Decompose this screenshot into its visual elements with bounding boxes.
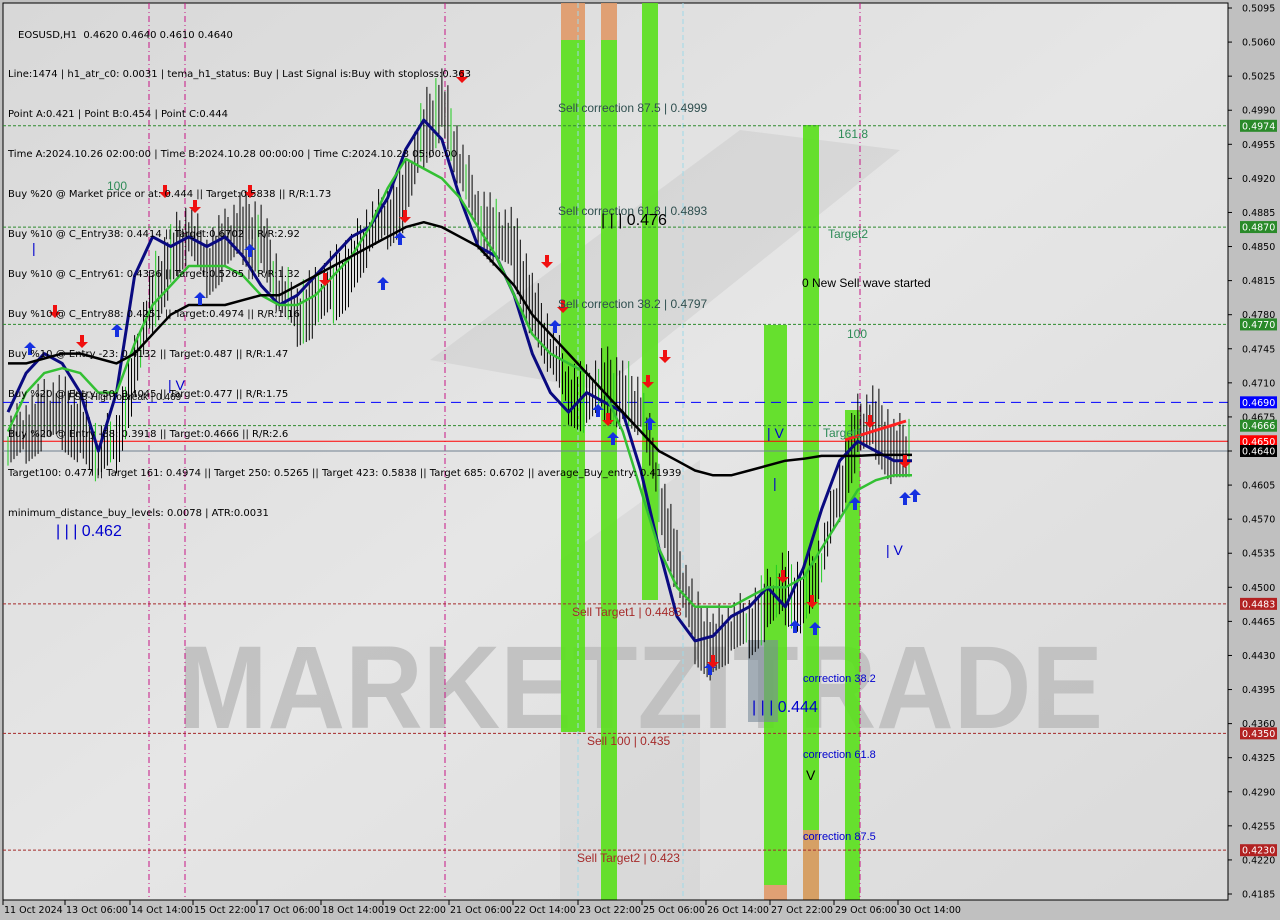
- time-tick-label: 26 Oct 14:00: [707, 905, 769, 916]
- time-tick-label: 22 Oct 14:00: [514, 905, 576, 916]
- time-tick-label: 30 Oct 14:00: [899, 905, 961, 916]
- price-tag-label: 0.4690: [1242, 398, 1275, 409]
- price-tick-label: 0.4815: [1242, 276, 1275, 287]
- price-tick-label: 0.4570: [1242, 515, 1275, 526]
- price-tick-label: 0.4395: [1242, 685, 1275, 696]
- chart-annotation: | V: [886, 542, 904, 558]
- time-tick-label: 29 Oct 06:00: [835, 905, 897, 916]
- time-tick-label: 13 Oct 06:00: [66, 905, 128, 916]
- chart-annotation: Sell Target2 | 0.423: [577, 851, 680, 865]
- price-tag-label: 0.4230: [1242, 846, 1275, 857]
- chart-annotation: | V: [767, 425, 785, 441]
- price-tick-label: 0.4850: [1242, 242, 1275, 253]
- info-line: Buy %10 @ C_Entry38: 0.4414 || Target:0.…: [8, 229, 300, 241]
- price-tag-label: 0.4350: [1242, 729, 1275, 740]
- price-tick-label: 0.4500: [1242, 583, 1275, 594]
- info-line: Time A:2024.10.26 02:00:00 | Time B:2024…: [8, 149, 458, 161]
- chart-annotation: 100: [847, 327, 867, 341]
- price-tick-label: 0.4745: [1242, 344, 1275, 355]
- time-tick-label: 11 Oct 2024: [4, 905, 63, 916]
- info-line: Buy %20 @ Market price or at: 0.444 || T…: [8, 189, 332, 201]
- time-tick-label: 21 Oct 06:00: [450, 905, 512, 916]
- price-tick-label: 0.4465: [1242, 617, 1275, 628]
- info-line: minimum_distance_buy_levels: 0.0078 | AT…: [8, 508, 269, 520]
- time-tick-label: 14 Oct 14:00: [131, 905, 193, 916]
- info-line: Point A:0.421 | Point B:0.454 | Point C:…: [8, 109, 228, 121]
- time-tick-label: 23 Oct 22:00: [579, 905, 641, 916]
- chart-annotation: Sell Target1 | 0.4483: [572, 605, 682, 619]
- info-line: Buy %10 @ Entry -23: 0.4132 || Target:0.…: [8, 348, 289, 360]
- chart-title: EOSUSD,H1 0.4620 0.4640 0.4610 0.4640: [18, 29, 233, 41]
- price-tick-label: 0.4430: [1242, 651, 1275, 662]
- price-tick-label: 0.4885: [1242, 208, 1275, 219]
- chart-annotation: V: [806, 767, 816, 783]
- price-tick-label: 0.4535: [1242, 549, 1275, 560]
- info-panel: EOSUSD,H1 0.4620 0.4640 0.4610 0.4640 Li…: [8, 2, 681, 534]
- chart-annotation: Sell 100 | 0.435: [587, 734, 671, 748]
- price-tick-label: 0.4290: [1242, 787, 1275, 798]
- price-tag-label: 0.4974: [1242, 121, 1275, 132]
- price-tick-label: 0.4220: [1242, 855, 1275, 866]
- info-line: Buy %20 @ Entry -50: 0.4045 || Target:0.…: [8, 388, 289, 400]
- price-tick-label: 0.5060: [1242, 38, 1275, 49]
- price-tag-label: 0.4770: [1242, 320, 1275, 331]
- signal-zone: [845, 410, 860, 900]
- info-line: Line:1474 | h1_atr_c0: 0.0031 | tema_h1_…: [8, 69, 471, 81]
- price-tick-label: 0.4990: [1242, 106, 1275, 117]
- signal-zone: [803, 125, 819, 900]
- price-tag-label: 0.4483: [1242, 599, 1275, 610]
- price-tick-label: 0.4325: [1242, 753, 1275, 764]
- price-tick-label: 0.4955: [1242, 140, 1275, 151]
- chart-annotation: correction 61.8: [803, 749, 876, 761]
- info-line: Buy %10 @ C_Entry88: 0.4251 || Target:0.…: [8, 308, 300, 320]
- price-tick-label: 0.4255: [1242, 821, 1275, 832]
- time-tick-label: 18 Oct 14:00: [322, 905, 384, 916]
- signal-zone: [764, 885, 787, 900]
- chart-annotation: 0 New Sell wave started: [802, 276, 931, 290]
- chart-annotation: correction 87.5: [803, 831, 876, 843]
- info-line: Buy %10 @ C_Entry61: 0.4336 || Target:0.…: [8, 268, 300, 280]
- time-tick-label: 25 Oct 06:00: [643, 905, 705, 916]
- chart-annotation: Target1: [823, 426, 863, 440]
- time-tick-label: 19 Oct 22:00: [384, 905, 446, 916]
- price-tick-label: 0.4185: [1242, 890, 1275, 901]
- info-line: Buy %20 @ Entry -88: 0.3918 || Target:0.…: [8, 428, 289, 440]
- chart-annotation: | | | 0.444: [752, 699, 818, 716]
- price-tick-label: 0.4920: [1242, 174, 1275, 185]
- price-tag-label: 0.4666: [1242, 421, 1275, 432]
- price-tag-label: 0.4870: [1242, 223, 1275, 234]
- price-tick-label: 0.4710: [1242, 378, 1275, 389]
- price-tag-label: 0.4640: [1242, 447, 1275, 458]
- time-tick-label: 27 Oct 22:00: [771, 905, 833, 916]
- price-tick-label: 0.4605: [1242, 481, 1275, 492]
- chart-annotation: Target2: [828, 227, 868, 241]
- price-tick-label: 0.5095: [1242, 4, 1275, 15]
- chart-annotation: 161.8: [838, 127, 868, 141]
- chart-annotation: |: [773, 475, 777, 491]
- info-line: Target100: 0.477 || Target 161: 0.4974 |…: [8, 468, 682, 480]
- chart-annotation: correction 38.2: [803, 673, 876, 685]
- time-tick-label: 17 Oct 06:00: [258, 905, 320, 916]
- time-tick-label: 15 Oct 22:00: [194, 905, 256, 916]
- price-tick-label: 0.5025: [1242, 72, 1275, 83]
